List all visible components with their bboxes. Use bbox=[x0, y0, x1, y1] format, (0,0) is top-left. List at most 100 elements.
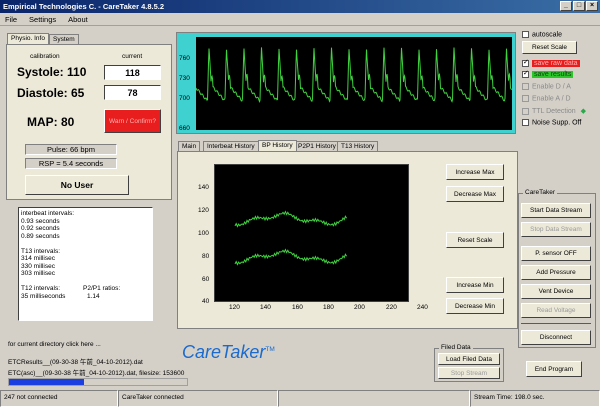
status-connection: 247 not connected bbox=[0, 390, 118, 407]
filed-data-group: Filed Data Load Filed Data Stop Stream bbox=[434, 344, 504, 382]
waveform-frame: 760 730 700 660 bbox=[176, 32, 516, 134]
logo-text: CareTaker bbox=[182, 342, 266, 362]
maximize-button[interactable]: □ bbox=[573, 1, 585, 11]
t12-label: T12 intervals: bbox=[21, 285, 61, 292]
filed-data-title: Filed Data bbox=[439, 344, 473, 351]
tab-p2p1-history[interactable]: P2P1 History bbox=[294, 141, 340, 151]
systolic-trace bbox=[234, 210, 348, 228]
menu-about[interactable]: About bbox=[63, 13, 93, 26]
increase-min-button[interactable]: Increase Min bbox=[446, 277, 504, 293]
map-value: MAP: 80 bbox=[27, 115, 75, 129]
current-label: current bbox=[122, 53, 143, 60]
status-empty bbox=[278, 390, 470, 407]
status-caretaker: CareTaker connected bbox=[118, 390, 278, 407]
enable-ad-label: Enable A / D bbox=[532, 95, 571, 103]
p2p1-value: 1.14 bbox=[87, 293, 100, 300]
bp-x-tick: 140 bbox=[260, 304, 271, 311]
start-data-stream-button[interactable]: Start Data Stream bbox=[521, 203, 591, 218]
systole-current-field[interactable]: 118 bbox=[104, 65, 161, 80]
no-user-button[interactable]: No User bbox=[25, 175, 129, 195]
info-line: 0.93 seconds bbox=[21, 217, 60, 225]
t12-value: 35 milliseconds bbox=[21, 293, 66, 300]
enable-da-check-icon[interactable] bbox=[522, 83, 529, 90]
caretaker-logo: CareTakerTM bbox=[182, 342, 275, 363]
info-line: 0.89 seconds bbox=[21, 232, 60, 240]
directory-link[interactable]: for current directory click here ... bbox=[8, 341, 101, 348]
tab-interbeat-history[interactable]: Interbeat History bbox=[203, 141, 259, 151]
window-title: Empirical Technologies C. - CareTaker 4.… bbox=[3, 2, 165, 11]
wave-y-tick: 700 bbox=[179, 95, 190, 102]
interval-info-box: interbeat intervals: 0.93 seconds 0.92 s… bbox=[18, 207, 153, 321]
noise-supp-checkbox[interactable]: Noise Supp. Off bbox=[522, 119, 581, 126]
warn-confirm-button[interactable]: Warn / Confirm? bbox=[104, 109, 161, 133]
p-sensor-button[interactable]: P. sensor OFF bbox=[521, 246, 591, 261]
diastole-current-field[interactable]: 78 bbox=[104, 85, 161, 100]
history-panel: 140 120 100 80 60 40 120 140 160 180 200… bbox=[177, 151, 518, 329]
minimize-button[interactable]: _ bbox=[560, 1, 572, 11]
autoscale-check-icon[interactable] bbox=[522, 31, 529, 38]
info-line: interbeat intervals: bbox=[21, 210, 75, 217]
save-results-check-icon[interactable] bbox=[522, 69, 529, 78]
vent-device-button[interactable]: Vent Device bbox=[521, 284, 591, 299]
tab-physio-info[interactable]: Physio. Info bbox=[7, 33, 49, 44]
end-program-button[interactable]: End Program bbox=[526, 361, 582, 377]
enable-ad-check-icon[interactable] bbox=[522, 95, 529, 102]
bp-y-tick: 120 bbox=[198, 207, 209, 214]
info-line: 330 millisec bbox=[21, 262, 55, 270]
ttl-indicator-icon: ◆ bbox=[580, 108, 587, 115]
save-results-label: save results bbox=[532, 71, 574, 79]
autoscale-checkbox[interactable]: autoscale bbox=[522, 31, 562, 38]
tab-system[interactable]: System bbox=[49, 34, 79, 44]
tab-bp-history[interactable]: BP History bbox=[258, 140, 297, 151]
info-line bbox=[21, 240, 150, 248]
caretaker-group: CareTaker Start Data Stream Stop Data St… bbox=[518, 189, 596, 348]
enable-ad-checkbox[interactable]: Enable A / D bbox=[522, 95, 571, 102]
autoscale-label: autoscale bbox=[532, 31, 562, 39]
progress-fill bbox=[9, 379, 84, 385]
ttl-check-icon[interactable] bbox=[522, 107, 529, 115]
title-bar: Empirical Technologies C. - CareTaker 4.… bbox=[0, 0, 600, 13]
read-voltage-button[interactable]: Read Voltage bbox=[521, 303, 591, 318]
menu-file[interactable]: File bbox=[0, 13, 22, 26]
info-line bbox=[21, 278, 150, 286]
close-button[interactable]: × bbox=[586, 1, 598, 11]
noise-supp-check-icon[interactable] bbox=[522, 119, 529, 126]
save-results-checkbox[interactable]: save results bbox=[522, 69, 574, 79]
waveform-plot bbox=[195, 37, 513, 130]
tab-t13-history[interactable]: T13 History bbox=[337, 141, 379, 151]
save-raw-check-icon[interactable] bbox=[522, 58, 529, 67]
decrease-min-button[interactable]: Decrease Min bbox=[446, 298, 504, 314]
increase-max-button[interactable]: Increase Max bbox=[446, 164, 504, 180]
bp-y-tick: 80 bbox=[202, 253, 210, 260]
stop-stream-button[interactable]: Stop Stream bbox=[438, 367, 500, 379]
info-line: 314 millisec bbox=[21, 255, 55, 262]
disconnect-button[interactable]: Disconnect bbox=[521, 330, 591, 345]
enable-da-label: Enable D / A bbox=[532, 83, 571, 91]
save-raw-checkbox[interactable]: save raw data bbox=[522, 58, 580, 68]
systole-calibration: Systole: 110 bbox=[17, 65, 87, 79]
info-line: 303 millisec bbox=[21, 270, 55, 277]
enable-da-checkbox[interactable]: Enable D / A bbox=[522, 83, 571, 90]
p2p1-label: P2/P1 ratios: bbox=[83, 285, 121, 292]
reset-scale-chart-button[interactable]: Reset Scale bbox=[446, 232, 504, 248]
stop-data-stream-button[interactable]: Stop Data Stream bbox=[521, 222, 591, 237]
logo-tm: TM bbox=[265, 346, 275, 353]
menu-bar: File Settings About bbox=[0, 13, 600, 26]
reset-scale-button[interactable]: Reset Scale bbox=[522, 41, 577, 54]
diastolic-trace bbox=[234, 248, 348, 266]
diastole-calibration: Diastole: 65 bbox=[17, 86, 85, 100]
menu-settings[interactable]: Settings bbox=[24, 13, 61, 26]
save-raw-label: save raw data bbox=[532, 60, 580, 68]
rsp-readout: RSP = 5.4 seconds bbox=[25, 158, 117, 169]
load-filed-data-button[interactable]: Load Filed Data bbox=[438, 353, 500, 365]
tab-main[interactable]: Main bbox=[178, 141, 201, 151]
caretaker-group-title: CareTaker bbox=[523, 189, 557, 196]
bp-y-tick: 60 bbox=[202, 276, 210, 283]
wave-y-tick: 730 bbox=[179, 75, 190, 82]
status-stream-time: Stream Time: 198.0 sec. bbox=[470, 390, 600, 407]
bp-history-chart bbox=[214, 164, 409, 302]
add-pressure-button[interactable]: Add Pressure bbox=[521, 265, 591, 280]
decrease-max-button[interactable]: Decrease Max bbox=[446, 186, 504, 202]
bp-y-tick: 140 bbox=[198, 184, 209, 191]
ttl-detection-checkbox[interactable]: TTL Detection ◆ bbox=[522, 107, 586, 115]
